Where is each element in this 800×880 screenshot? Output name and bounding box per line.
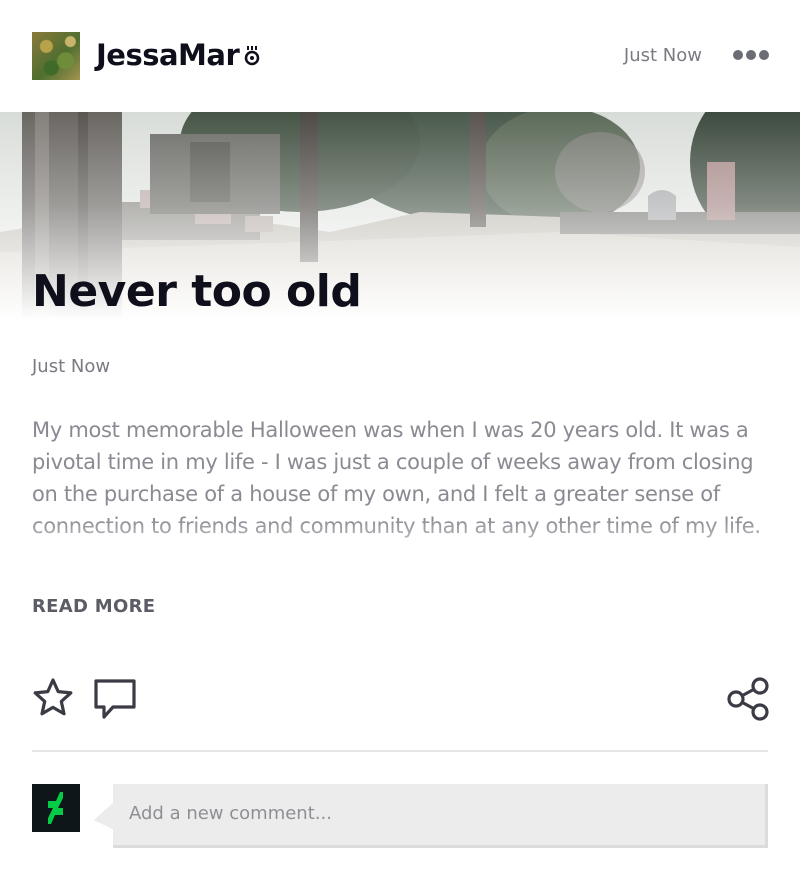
comment-input[interactable]: Add a new comment... — [113, 784, 768, 848]
star-icon[interactable] — [30, 676, 76, 720]
post-card: JessaMar Just Now Never too old Just Now… — [0, 0, 800, 880]
share-icon[interactable] — [725, 676, 771, 722]
post-time: Just Now — [32, 356, 111, 377]
comment-box-pointer — [94, 802, 114, 830]
divider — [32, 750, 768, 752]
user-avatar[interactable] — [32, 32, 80, 80]
deviantart-logo-icon — [48, 792, 63, 824]
post-header: JessaMar Just Now — [0, 0, 800, 112]
username-link[interactable]: JessaMar — [96, 38, 240, 72]
post-timestamp: Just Now — [623, 45, 702, 66]
comment-icon[interactable] — [92, 676, 138, 722]
post-body: My most memorable Halloween was when I w… — [32, 418, 761, 538]
read-more-link[interactable]: READ MORE — [32, 596, 155, 617]
comment-placeholder: Add a new comment... — [129, 803, 332, 824]
user-badge-icon — [244, 46, 260, 66]
deviantart-logo[interactable] — [32, 784, 80, 832]
more-options-icon[interactable] — [732, 48, 770, 62]
post-title[interactable]: Never too old — [32, 266, 362, 317]
